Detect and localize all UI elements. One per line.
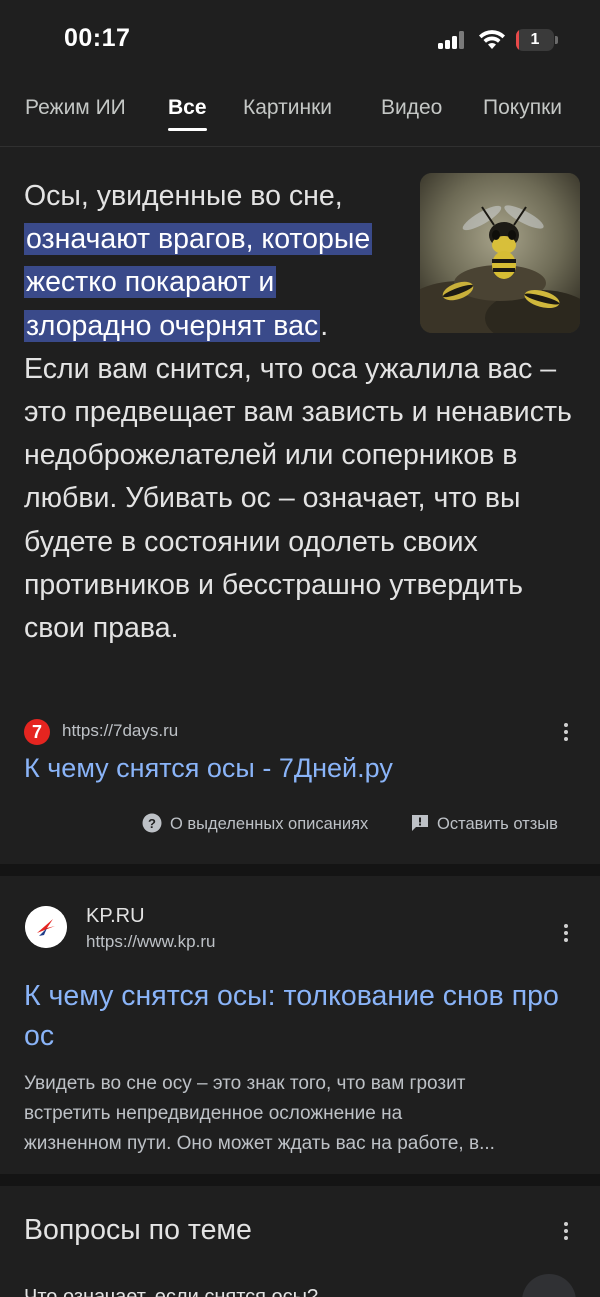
section-divider xyxy=(0,864,600,876)
site-name: KP.RU xyxy=(86,905,145,927)
snippet-thumbnail[interactable] xyxy=(420,173,580,335)
related-question[interactable]: Что означает, если снятся осы? xyxy=(24,1286,504,1297)
more-options-icon[interactable] xyxy=(556,719,576,745)
search-tabs: Режим ИИ Все Картинки Видео Покупки xyxy=(0,88,600,140)
result-title-link[interactable]: К чему снятся осы: толкование снов про о… xyxy=(24,976,572,1056)
snippet-line: жизненном пути. Оно может ждать вас на р… xyxy=(24,1133,495,1154)
help-icon[interactable]: ? xyxy=(142,813,162,833)
featured-snippet: Осы, увиденные во сне, означают врагов, … xyxy=(0,147,600,863)
more-options-icon[interactable] xyxy=(556,1218,576,1244)
feedback-row: ? О выделенных описаниях Оставить отзыв xyxy=(0,811,600,839)
more-options-icon[interactable] xyxy=(556,920,576,946)
search-result: KP.RU https://www.kp.ru К чему снятся ос… xyxy=(0,876,600,1174)
snippet-link-title[interactable]: К чему снятся осы - 7Дней.ру xyxy=(24,753,393,784)
tab-all[interactable]: Все xyxy=(168,96,207,120)
snippet-text: Осы, увиденные во сне, означают врагов, … xyxy=(24,173,580,650)
svg-text:?: ? xyxy=(148,816,156,831)
tab-shopping[interactable]: Покупки xyxy=(483,96,562,120)
snippet-line: Увидеть во сне осу – это знак того, что … xyxy=(24,1073,466,1094)
site-favicon-7days: 7 xyxy=(24,719,50,745)
section-divider xyxy=(0,1174,600,1186)
site-url: https://www.kp.ru xyxy=(86,932,216,951)
status-bar: 00:17 1 xyxy=(0,0,600,80)
snippet-line: встретить непредвиденное осложнение на xyxy=(24,1103,403,1124)
about-snippets-link[interactable]: О выделенных описаниях xyxy=(170,815,368,834)
status-time: 00:17 xyxy=(64,24,131,52)
expand-icon[interactable] xyxy=(522,1274,576,1297)
tab-video[interactable]: Видео xyxy=(381,96,442,120)
wifi-icon xyxy=(478,28,506,50)
snippet-text-after: . Если вам снится, что оса ужалила вас –… xyxy=(24,309,572,645)
related-questions: Вопросы по теме Что означает, если снятс… xyxy=(0,1186,600,1297)
tab-images[interactable]: Картинки xyxy=(243,96,332,120)
battery-icon: 1 xyxy=(516,29,558,51)
tab-ai-mode[interactable]: Режим ИИ xyxy=(25,96,126,120)
related-questions-title: Вопросы по теме xyxy=(24,1214,252,1246)
battery-level: 1 xyxy=(530,31,540,48)
wasp-image xyxy=(420,173,580,333)
snippet-source[interactable]: 7 https://7days.ru xyxy=(24,719,580,745)
result-snippet: Увидеть во сне осу – это знак того, что … xyxy=(24,1069,576,1159)
kp-logo-icon xyxy=(25,906,67,948)
signal-icon xyxy=(438,31,466,49)
feedback-icon[interactable] xyxy=(410,813,430,833)
source-url: https://7days.ru xyxy=(62,721,179,740)
active-tab-indicator xyxy=(168,128,207,131)
leave-feedback-link[interactable]: Оставить отзыв xyxy=(437,815,558,834)
snippet-text-before: Осы, увиденные во сне, xyxy=(24,180,343,212)
